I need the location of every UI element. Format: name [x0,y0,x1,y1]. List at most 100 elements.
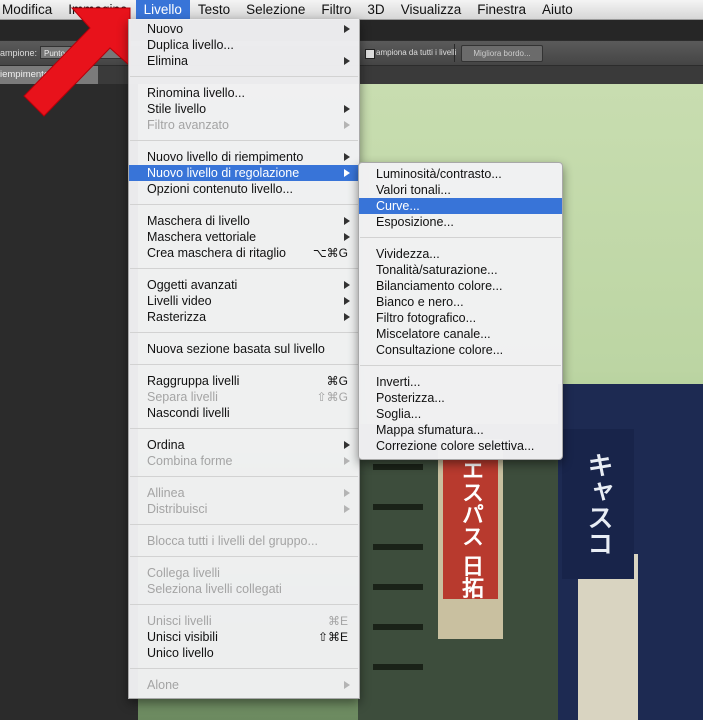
shortcut-label: ⇧⌘G [316,390,348,404]
sample-all-layers-label: ampiona da tutti i livelli [376,48,457,57]
menu-item-livelli-video[interactable]: Livelli video [129,293,359,309]
menu-separator [360,365,561,366]
menu-separator [130,332,358,333]
menu-item-label: Posterizza... [376,391,445,405]
menu-item-label: Mappa sfumatura... [376,423,484,437]
menu-item-label: Combina forme [147,454,233,468]
submenu-item-posterizza[interactable]: Posterizza... [359,390,562,406]
menu-item-nuova-sezione-basata-sul-livello[interactable]: Nuova sezione basata sul livello [129,341,359,357]
submenu-arrow-icon [344,281,350,289]
submenu-item-valori-tonali[interactable]: Valori tonali... [359,182,562,198]
submenu-arrow-icon [344,233,350,241]
submenu-item-vividezza[interactable]: Vividezza... [359,246,562,262]
menu-item-nuovo-livello-di-regolazione[interactable]: Nuovo livello di regolazione [129,165,359,181]
menu-visualizza[interactable]: Visualizza [393,0,470,19]
menu-item-nuovo-livello-di-riempimento[interactable]: Nuovo livello di riempimento [129,149,359,165]
menu-item-label: Elimina [147,54,188,68]
menu-item-label: Alone [147,678,179,692]
menu-item-maschera-di-livello[interactable]: Maschera di livello [129,213,359,229]
shortcut-label: ⇧⌘E [317,630,348,644]
submenu-arrow-icon [344,153,350,161]
menu-item-raggruppa-livelli[interactable]: Raggruppa livelli ⌘G [129,373,359,389]
menu-item-label: Rinomina livello... [147,86,245,100]
menu-separator [130,364,358,365]
window-strip [373,624,423,630]
menu-item-label: Oggetti avanzati [147,278,238,292]
menu-item-label: Blocca tutti i livelli del gruppo... [147,534,318,548]
menu-item-nascondi-livelli[interactable]: Nascondi livelli [129,405,359,421]
menu-item-label: Inverti... [376,375,421,389]
menu-item-filtro-avanzato: Filtro avanzato [129,117,359,133]
menu-item-oggetti-avanzati[interactable]: Oggetti avanzati [129,277,359,293]
menu-separator [130,140,358,141]
menu-finestra[interactable]: Finestra [469,0,534,19]
submenu-item-curve[interactable]: Curve... [359,198,562,214]
menu-item-nuovo[interactable]: Nuovo [129,21,359,37]
menu-aiuto[interactable]: Aiuto [534,0,581,19]
submenu-item-miscelatore-canale[interactable]: Miscelatore canale... [359,326,562,342]
submenu-arrow-icon [344,57,350,65]
menu-item-label: Collega livelli [147,566,220,580]
adjustment-layer-submenu: Luminosità/contrasto... Valori tonali... C… [358,162,563,460]
submenu-item-bilanciamento-colore[interactable]: Bilanciamento colore... [359,278,562,294]
menu-item-maschera-vettoriale[interactable]: Maschera vettoriale [129,229,359,245]
submenu-item-filtro-fotografico[interactable]: Filtro fotografico... [359,310,562,326]
menu-selezione[interactable]: Selezione [238,0,313,19]
menu-item-stile-livello[interactable]: Stile livello [129,101,359,117]
menu-item-label: Curve... [376,199,420,213]
menu-item-label: Bilanciamento colore... [376,279,503,293]
menu-item-ordina[interactable]: Ordina [129,437,359,453]
submenu-item-mappa-sfumatura[interactable]: Mappa sfumatura... [359,422,562,438]
menu-item-alone: Alone [129,677,359,693]
menu-item-label: Seleziona livelli collegati [147,582,282,596]
menu-item-label: Nuovo livello di regolazione [147,166,300,180]
menu-item-seleziona-livelli-collegati: Seleziona livelli collegati [129,581,359,597]
menu-item-label: Valori tonali... [376,183,451,197]
menu-item-rasterizza[interactable]: Rasterizza [129,309,359,325]
window-strip [373,504,423,510]
submenu-arrow-icon [344,505,350,513]
submenu-item-bianco-e-nero[interactable]: Bianco e nero... [359,294,562,310]
sample-all-layers-checkbox[interactable] [365,49,375,59]
menu-3d[interactable]: 3D [359,0,392,19]
submenu-item-correzione-colore-selettiva[interactable]: Correzione colore selettiva... [359,438,562,454]
menu-separator [130,668,358,669]
menu-item-elimina[interactable]: Elimina [129,53,359,69]
menu-testo[interactable]: Testo [190,0,238,19]
menu-item-label: Esposizione... [376,215,454,229]
submenu-item-luminosit-contrasto[interactable]: Luminosità/contrasto... [359,166,562,182]
options-separator [454,44,455,62]
blue-sign: キャスコ [562,429,634,579]
submenu-item-esposizione[interactable]: Esposizione... [359,214,562,230]
menu-item-crea-maschera-di-ritaglio[interactable]: Crea maschera di ritaglio ⌥⌘G [129,245,359,261]
submenu-item-inverti[interactable]: Inverti... [359,374,562,390]
menu-separator [130,204,358,205]
menu-item-unisci-visibili[interactable]: Unisci visibili ⇧⌘E [129,629,359,645]
menu-item-label: Consultazione colore... [376,343,504,357]
menu-item-label: Rasterizza [147,310,207,324]
menu-item-label: Bianco e nero... [376,295,464,309]
menu-item-label: Separa livelli [147,390,218,404]
menu-item-label: Filtro avanzato [147,118,229,132]
submenu-arrow-icon [344,457,350,465]
submenu-item-tonalit-saturazione[interactable]: Tonalità/saturazione... [359,262,562,278]
submenu-item-consultazione-colore[interactable]: Consultazione colore... [359,342,562,358]
menu-item-rinomina-livello[interactable]: Rinomina livello... [129,85,359,101]
menu-item-label: Stile livello [147,102,207,116]
shortcut-label: ⌥⌘G [312,246,348,260]
menu-item-label: Luminosità/contrasto... [376,167,502,181]
menu-item-allinea: Allinea [129,485,359,501]
submenu-item-soglia[interactable]: Soglia... [359,406,562,422]
menu-item-unico-livello[interactable]: Unico livello [129,645,359,661]
menu-item-label: Nuovo livello di riempimento [147,150,304,164]
refine-edge-button[interactable]: Migliora bordo... [461,45,543,62]
menu-separator [130,476,358,477]
menu-item-duplica-livello[interactable]: Duplica livello... [129,37,359,53]
window-strip [373,464,423,470]
submenu-arrow-icon [344,169,350,177]
menu-item-label: Crea maschera di ritaglio [147,246,286,260]
red-sign: エスパス 日拓 [443,459,498,599]
menu-filtro[interactable]: Filtro [313,0,359,19]
menu-item-label: Nuova sezione basata sul livello [147,342,325,356]
menu-item-opzioni-contenuto-livello[interactable]: Opzioni contenuto livello... [129,181,359,197]
